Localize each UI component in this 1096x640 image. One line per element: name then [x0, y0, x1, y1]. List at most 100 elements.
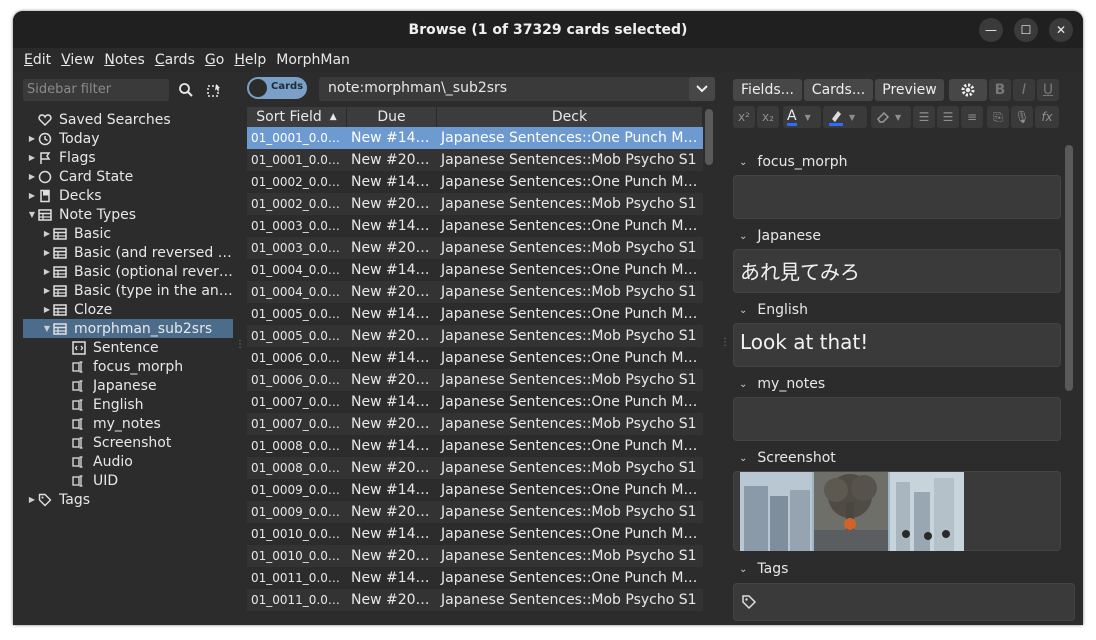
cards-button[interactable]: Cards... [804, 79, 873, 101]
splitter-handle-right[interactable]: ⋮ [720, 337, 730, 349]
field-header[interactable]: ⌄ Japanese [733, 223, 1063, 249]
field-header[interactable]: ⌄ focus_morph [733, 149, 1063, 175]
table-row[interactable]: 01_0011_0.01.… New #14… Japanese Sentences… [247, 567, 703, 589]
expand-arrow-icon[interactable]: ▶ [27, 191, 37, 200]
table-row[interactable]: 01_0006_0.02.… New #20… Japanese Sentences… [247, 369, 703, 391]
menu-item[interactable]: Notes [99, 52, 149, 68]
field-input[interactable] [733, 397, 1061, 441]
sidebar-item[interactable]: ▶ Basic (type in the answer) [23, 281, 233, 300]
sidebar-item[interactable]: Japanese [23, 376, 233, 395]
field-input[interactable]: Look at that! [733, 323, 1061, 367]
minimize-button[interactable]: — [979, 18, 1003, 42]
sidebar-item[interactable]: ▶ Basic (optional reversed card) [23, 262, 233, 281]
table-row[interactable]: 01_0001_0.00.… New #14… Japanese Sentences… [247, 127, 703, 149]
eraser-button[interactable]: ▼ [871, 106, 911, 128]
table-row[interactable]: 01_0008_0.01.… New #14… Japanese Sentences… [247, 435, 703, 457]
sidebar-item[interactable]: Screenshot [23, 433, 233, 452]
expand-arrow-icon[interactable]: ▶ [27, 134, 37, 143]
expand-arrow-icon[interactable]: ▶ [27, 172, 37, 181]
expand-arrow-icon[interactable]: ▶ [42, 229, 52, 238]
field-input[interactable] [733, 471, 1061, 551]
table-row[interactable]: 01_0008_0.02.… New #20… Japanese Sentences… [247, 457, 703, 479]
sidebar-item[interactable]: ▶ Basic (and reversed card) [23, 243, 233, 262]
editor-scrollbar[interactable] [1065, 145, 1073, 391]
sidebar-item[interactable]: ▶ Cloze [23, 300, 233, 319]
menu-item[interactable]: View [56, 52, 99, 68]
sidebar-item[interactable]: Sentence [23, 338, 233, 357]
underline-button[interactable]: U [1037, 79, 1059, 101]
table-row[interactable]: 01_0001_0.01.… New #20… Japanese Sentences… [247, 149, 703, 171]
fields-button[interactable]: Fields... [733, 79, 802, 101]
mathjax-button[interactable]: fx [1035, 106, 1059, 128]
text-color-button[interactable]: A ▼ [783, 106, 821, 128]
expand-arrow-icon[interactable]: ▶ [42, 267, 52, 276]
align-button[interactable]: ≡ [961, 106, 983, 128]
expand-arrow-icon[interactable]: ▶ [27, 153, 37, 162]
column-due[interactable]: Due [347, 107, 437, 127]
table-row[interactable]: 01_0007_0.02.… New #20… Japanese Sentences… [247, 413, 703, 435]
table-row[interactable]: 01_0010_0.02.… New #20… Japanese Sentences… [247, 545, 703, 567]
table-row[interactable]: 01_0006_0.01.… New #14… Japanese Sentences… [247, 347, 703, 369]
sidebar-item[interactable]: UID [23, 471, 233, 490]
expand-arrow-icon[interactable]: ▶ [42, 248, 52, 257]
table-row[interactable]: 01_0005_0.02.… New #20… Japanese Sentences… [247, 325, 703, 347]
sidebar-item[interactable]: ▶ Card State [23, 167, 233, 186]
bold-button[interactable]: B [989, 79, 1011, 101]
sidebar-item[interactable]: English [23, 395, 233, 414]
table-row[interactable]: 01_0002_0.00.… New #14… Japanese Sentences… [247, 171, 703, 193]
column-sort-field[interactable]: Sort Field ▲ [247, 107, 347, 127]
sidebar-item[interactable]: ▼ morphman_sub2srs [23, 319, 233, 338]
maximize-button[interactable]: ☐ [1014, 18, 1038, 42]
table-row[interactable]: 01_0010_0.01.… New #14… Japanese Sentences… [247, 523, 703, 545]
table-scrollbar[interactable] [705, 109, 713, 165]
field-header[interactable]: ⌄ my_notes [733, 371, 1063, 397]
preview-button[interactable]: Preview [875, 79, 944, 101]
unordered-list-button[interactable]: ☰ [913, 106, 935, 128]
attach-button[interactable]: ⎘ [987, 106, 1009, 128]
table-row[interactable]: 01_0011_0.02.… New #20… Japanese Sentences… [247, 589, 703, 611]
field-header[interactable]: ⌄ English [733, 297, 1063, 323]
ordered-list-button[interactable]: ☰ [937, 106, 959, 128]
field-header[interactable]: ⌄ Screenshot [733, 445, 1063, 471]
column-deck[interactable]: Deck [437, 107, 703, 127]
subscript-button[interactable]: x₂ [757, 106, 779, 128]
expand-arrow-icon[interactable]: ▶ [42, 305, 52, 314]
table-row[interactable]: 01_0009_0.01.… New #14… Japanese Sentences… [247, 479, 703, 501]
expand-arrow-icon[interactable]: ▶ [27, 495, 37, 504]
collapse-arrow-icon[interactable]: ▼ [27, 210, 37, 219]
italic-button[interactable]: I [1013, 79, 1035, 101]
sidebar-item[interactable]: ▶ Decks [23, 186, 233, 205]
sidebar-item[interactable]: ▶ Today [23, 129, 233, 148]
sidebar-item[interactable]: ▶ Flags [23, 148, 233, 167]
menu-item[interactable]: Help [229, 52, 271, 68]
table-row[interactable]: 01_0004_0.00.… New #14… Japanese Sentences… [247, 259, 703, 281]
field-input[interactable] [733, 175, 1061, 219]
table-row[interactable]: 01_0009_0.02.… New #20… Japanese Sentences… [247, 501, 703, 523]
sidebar-item[interactable]: my_notes [23, 414, 233, 433]
record-audio-button[interactable]: 🎙 [1011, 106, 1033, 128]
sidebar-item[interactable]: focus_morph [23, 357, 233, 376]
sidebar-search-button[interactable] [175, 79, 197, 101]
table-row[interactable]: 01_0003_0.00.… New #14… Japanese Sentences… [247, 215, 703, 237]
collapse-arrow-icon[interactable]: ▼ [42, 324, 52, 333]
table-row[interactable]: 01_0005_0.01.… New #14… Japanese Sentences… [247, 303, 703, 325]
field-input[interactable]: あれ見てみろ [733, 249, 1061, 293]
cards-notes-toggle[interactable]: Cards [247, 77, 307, 99]
sidebar-filter-input[interactable]: Sidebar filter [23, 79, 169, 101]
menu-item[interactable]: MorphMan [271, 52, 355, 68]
sidebar-item[interactable]: ▼ Note Types [23, 205, 233, 224]
sidebar-item[interactable]: ▶ Basic [23, 224, 233, 243]
menu-item[interactable]: Go [200, 52, 229, 68]
search-input[interactable]: note:morphman\_sub2srs [319, 77, 715, 101]
close-button[interactable]: ✕ [1049, 18, 1073, 42]
search-history-dropdown[interactable] [689, 77, 715, 101]
superscript-button[interactable]: x² [733, 106, 755, 128]
highlight-button[interactable]: ▼ [823, 106, 867, 128]
settings-button[interactable] [949, 79, 987, 101]
tags-header[interactable]: ⌄ Tags [733, 557, 788, 581]
sidebar-item[interactable]: Audio [23, 452, 233, 471]
tags-input[interactable] [733, 583, 1075, 621]
menu-item[interactable]: Edit [19, 52, 56, 68]
table-row[interactable]: 01_0004_0.02.… New #20… Japanese Sentences… [247, 281, 703, 303]
table-row[interactable]: 01_0003_0.01.… New #20… Japanese Sentences… [247, 237, 703, 259]
